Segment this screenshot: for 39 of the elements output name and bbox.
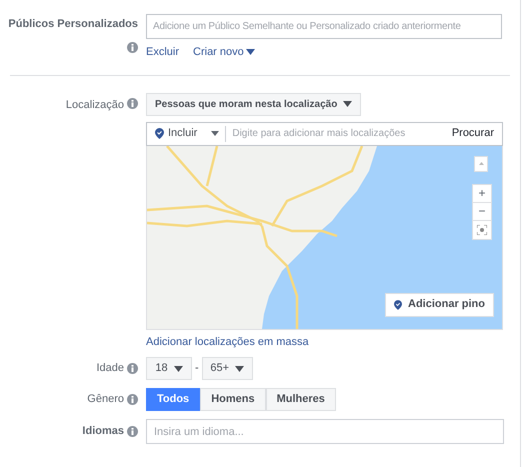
pin-icon [155, 128, 164, 139]
exclude-link[interactable]: Excluir [146, 44, 180, 60]
zoom-in-button[interactable]: + [473, 184, 491, 202]
info-icon[interactable] [127, 394, 138, 405]
caret-icon [246, 49, 255, 56]
language-field[interactable]: Insira um idioma... [146, 419, 504, 444]
range-separator: - [195, 361, 199, 376]
info-icon[interactable] [127, 363, 138, 374]
caret-icon [211, 131, 220, 136]
field-label: Localização [66, 98, 124, 112]
pin-icon [394, 300, 402, 310]
map[interactable]: + − Adicionar pino [146, 146, 503, 330]
caret-icon [343, 101, 352, 107]
field-label: Idiomas [82, 424, 124, 440]
age-min-dropdown[interactable]: 18 [146, 357, 192, 380]
include-dropdown[interactable]: Incluir [155, 125, 220, 142]
field-label: Idade [96, 361, 124, 376]
focus-icon [477, 224, 487, 234]
field-label: Públicos Personalizados [8, 17, 138, 32]
location-search-field[interactable]: Incluir Digite para adicionar mais localizações Procurar [146, 122, 503, 146]
search-button[interactable]: Procurar [452, 125, 494, 142]
gender-option[interactable]: Todos [146, 388, 200, 411]
info-icon[interactable] [127, 42, 138, 52]
caret-icon [174, 366, 183, 372]
info-icon[interactable] [127, 98, 138, 108]
map-scroll-button[interactable] [474, 156, 488, 172]
add-pin-button[interactable]: Adicionar pino [385, 292, 494, 316]
gender-option[interactable]: Homens [200, 388, 266, 411]
custom-audience-field[interactable]: Adicione um Público Semelhante ou Personalizado criado anteriormente [146, 14, 502, 39]
location-type-dropdown[interactable]: Pessoas que moram nesta localização [146, 92, 362, 116]
zoom-out-button[interactable]: − [473, 202, 491, 220]
info-icon[interactable] [127, 426, 138, 437]
field-label: Gênero [87, 392, 124, 408]
bulk-locations-link[interactable]: Adicionar localizações em massa [146, 334, 503, 350]
gender-option[interactable]: Mulheres [266, 388, 336, 411]
caret-up-icon [478, 162, 484, 165]
age-max-dropdown[interactable]: 65+ [202, 357, 253, 380]
caret-icon [235, 366, 244, 372]
create-new-link[interactable]: Criar novo [193, 44, 255, 60]
